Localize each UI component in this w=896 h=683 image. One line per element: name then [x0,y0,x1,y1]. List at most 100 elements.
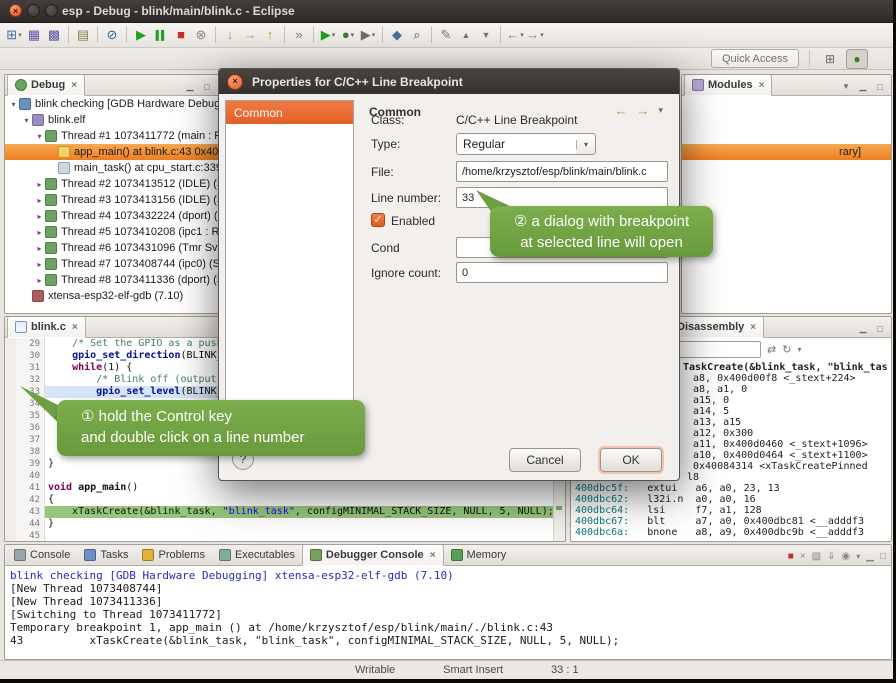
tree-row[interactable]: ▸Thread #8 1073411336 (dport) (Sus [5,272,218,288]
build-icon[interactable]: ▤ [73,25,93,45]
resume-icon[interactable]: ▶ [131,25,151,45]
tab-debug[interactable]: Debug × [7,74,85,96]
file-field[interactable] [456,161,668,182]
tab-modules[interactable]: Modules × [684,74,772,96]
window-minimize-icon[interactable] [27,4,40,17]
tree-row[interactable]: xtensa-esp32-elf-gdb (7.10) [5,288,218,304]
close-icon[interactable]: × [759,80,765,91]
expander-icon[interactable]: ▸ [34,276,45,285]
minimize-view-icon[interactable]: ▁ [184,81,196,92]
maximize-view-icon[interactable]: □ [880,551,886,562]
expander-icon[interactable]: ▸ [34,244,45,253]
pin-console-icon[interactable]: ◉ [842,551,851,562]
tree-row[interactable]: ▸Thread #2 1073413512 (IDLE) (Susp [5,176,218,192]
suspend-icon[interactable]: ▌▌ [151,25,171,45]
nav-menu-icon[interactable]: ▾ [658,105,663,116]
tree-row-selected[interactable]: app_main() at blink.c:43 0x400dbc [5,144,218,160]
line-number[interactable]: 41 [16,482,45,494]
close-icon[interactable]: × [430,550,436,561]
step-return-icon[interactable]: ↑ [260,25,280,45]
line-number[interactable]: 34 [16,398,45,410]
ignore-count-field[interactable] [456,262,668,283]
tab-blink-c[interactable]: blink.c × [7,316,86,338]
tab-memory[interactable]: Memory [444,545,514,565]
debugger-console-output[interactable]: blink checking [GDB Hardware Debugging] … [5,566,891,659]
expander-icon[interactable]: ▾ [34,132,45,141]
type-select[interactable]: Regular ▾ [456,133,596,155]
line-number[interactable]: 45 [16,530,45,541]
line-number[interactable]: 40 [16,470,45,482]
console-menu-icon[interactable]: ▾ [856,552,860,561]
minimize-view-icon[interactable]: ▁ [857,81,869,92]
maximize-view-icon[interactable]: □ [874,82,886,92]
new-class-icon[interactable]: ◆ [387,25,407,45]
edit-icon[interactable]: ✎ [436,25,456,45]
expander-icon[interactable]: ▸ [34,212,45,221]
line-number[interactable]: 30 [16,350,45,362]
instruction-stepping-icon[interactable]: » [289,25,309,45]
window-maximize-icon[interactable] [45,4,58,17]
expander-icon[interactable]: ▸ [34,228,45,237]
line-number-field[interactable] [456,187,668,208]
line-number[interactable]: 36 [16,422,45,434]
expander-icon[interactable]: ▾ [8,100,19,109]
nav-back-icon[interactable]: ← [614,103,627,118]
step-over-icon[interactable]: → [240,25,260,45]
expander-icon[interactable]: ▸ [34,196,45,205]
expander-icon[interactable]: ▸ [34,180,45,189]
quick-access-button[interactable]: Quick Access [711,49,799,68]
cancel-button[interactable]: Cancel [509,448,581,472]
minimize-view-icon[interactable]: ▁ [857,323,869,334]
expander-icon[interactable]: ▸ [34,260,45,269]
save-all-icon[interactable]: ▩ [44,25,64,45]
scroll-lock-icon[interactable]: ⇓ [827,551,835,562]
sync-icon[interactable]: ⇄ [767,343,776,356]
line-number[interactable]: 44 [16,518,45,530]
search-icon[interactable]: ⌕ [407,25,427,45]
tree-row[interactable]: ▸Thread #7 1073408744 (ipc0) (Susp [5,256,218,272]
tree-row[interactable]: ▾blink checking [GDB Hardware Debug [5,96,218,112]
clear-console-icon[interactable]: ▨ [812,551,821,562]
disconnect-icon[interactable]: ⊗ [191,25,211,45]
tab-console[interactable]: Console [7,545,77,565]
terminate-icon[interactable]: ■ [788,551,794,562]
line-number[interactable]: 43 [16,506,45,518]
save-icon[interactable]: ▦ [24,25,44,45]
tab-executables[interactable]: Executables [212,545,302,565]
expander-icon[interactable]: ▾ [21,116,32,125]
line-number[interactable]: 39 [16,458,45,470]
tree-row[interactable]: ▸Thread #5 1073410208 (ipc1 : Runni [5,224,218,240]
line-number[interactable]: 31 [16,362,45,374]
tree-row[interactable]: ▾Thread #1 1073411772 (main : Runn [5,128,218,144]
skip-breakpoints-icon[interactable]: ⊘ [102,25,122,45]
debug-perspective-icon[interactable]: ● [846,49,868,69]
close-icon[interactable]: × [72,322,78,333]
line-number[interactable]: 29 [16,338,45,350]
maximize-view-icon[interactable]: □ [874,324,886,334]
line-number[interactable]: 42 [16,494,45,506]
new-icon[interactable]: ⊞▾ [4,25,24,45]
tab-problems[interactable]: Problems [135,545,211,565]
refresh-icon[interactable]: ↻ [782,343,791,356]
remove-launch-icon[interactable]: × [800,551,806,562]
nav-forward-icon[interactable]: → [636,103,649,118]
module-row-selected[interactable]: rary] [682,144,891,160]
view-menu-icon[interactable]: ▾ [797,345,801,354]
line-number[interactable]: 35 [16,410,45,422]
minimize-view-icon[interactable]: ▁ [866,551,874,562]
previous-annotation-icon[interactable]: ▲ [456,25,476,45]
debug-icon[interactable]: ●▾ [338,25,358,45]
step-into-icon[interactable]: ↓ [220,25,240,45]
tree-row[interactable]: ▸Thread #6 1073431096 (Tmr Svc) (S [5,240,218,256]
line-number[interactable]: 37 [16,434,45,446]
close-icon[interactable]: × [750,322,756,333]
tree-row[interactable]: ▾blink.elf [5,112,218,128]
tree-row[interactable]: ▸Thread #4 1073432224 (dport) (Sus [5,208,218,224]
line-number[interactable]: 38 [16,446,45,458]
forward-icon[interactable]: →▾ [525,25,545,45]
dialog-close-icon[interactable]: × [227,74,243,90]
next-annotation-icon[interactable]: ▼ [476,25,496,45]
open-perspective-icon[interactable]: ⊞ [820,50,840,68]
tree-row[interactable]: ▸Thread #3 1073413156 (IDLE) (Susp [5,192,218,208]
chevron-down-icon[interactable]: ▾ [576,140,595,149]
